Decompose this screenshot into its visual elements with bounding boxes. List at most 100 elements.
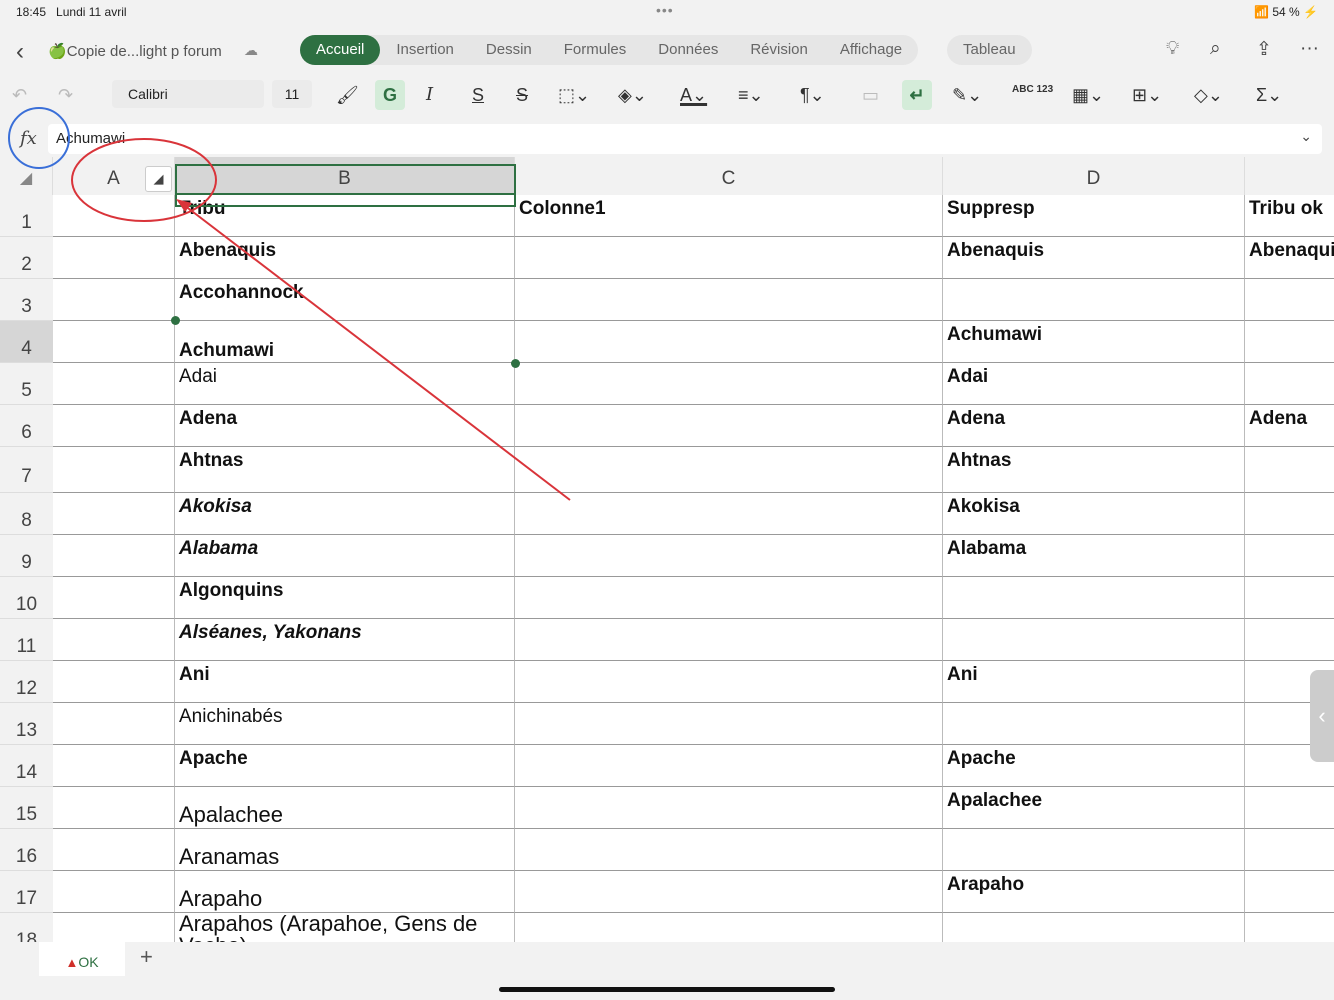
cell[interactable]: Adena	[175, 405, 515, 447]
cell[interactable]	[53, 363, 175, 405]
column-header-d[interactable]: D	[943, 157, 1245, 195]
cell[interactable]: Akokisa	[943, 493, 1245, 535]
tab-tableau[interactable]: Tableau	[947, 35, 1032, 65]
row-header[interactable]: 7	[0, 447, 53, 493]
cell[interactable]	[515, 871, 943, 913]
font-name-field[interactable]: Calibri	[112, 80, 264, 108]
row-header[interactable]: 11	[0, 619, 53, 661]
row-header[interactable]: 8	[0, 493, 53, 535]
cell[interactable]	[1245, 321, 1334, 363]
cell[interactable]	[1245, 787, 1334, 829]
document-title[interactable]: 🍏Copie de...light p forum	[48, 42, 222, 60]
cell[interactable]: Tribu ok	[1245, 195, 1334, 237]
cell[interactable]: Colonne1	[515, 195, 943, 237]
row-header[interactable]: 12	[0, 661, 53, 703]
strikethrough-icon[interactable]: S	[516, 80, 528, 110]
cell[interactable]	[515, 405, 943, 447]
tab-affichage[interactable]: Affichage	[824, 35, 918, 65]
cell[interactable]	[515, 829, 943, 871]
cell[interactable]: Adena	[1245, 405, 1334, 447]
cell[interactable]: Adena	[943, 405, 1245, 447]
row-header[interactable]: 3	[0, 279, 53, 321]
row-header[interactable]: 4	[0, 321, 53, 363]
lightbulb-icon[interactable]: 💡︎	[1166, 38, 1179, 60]
cell[interactable]	[1245, 577, 1334, 619]
cell[interactable]: Apache	[175, 745, 515, 787]
cell[interactable]: Apalachee	[943, 787, 1245, 829]
tab-revision[interactable]: Révision	[734, 35, 824, 65]
tab-dessin[interactable]: Dessin	[470, 35, 548, 65]
text-direction-icon[interactable]: ¶⌄	[800, 80, 825, 110]
multitasking-dots-icon[interactable]: •••	[656, 2, 674, 18]
selection-handle[interactable]	[511, 359, 520, 368]
cell[interactable]	[53, 447, 175, 493]
cell[interactable]: Adai	[175, 363, 515, 405]
align-icon[interactable]: ≡⌄	[738, 80, 764, 110]
cell[interactable]	[53, 493, 175, 535]
underline-icon[interactable]: S	[472, 80, 484, 110]
cell[interactable]	[515, 661, 943, 703]
font-size-field[interactable]: 11	[272, 80, 312, 108]
cell[interactable]	[515, 745, 943, 787]
cell[interactable]	[1245, 829, 1334, 871]
cell[interactable]: Achumawi	[175, 321, 515, 363]
merge-icon[interactable]: ▭	[862, 80, 879, 110]
cell[interactable]	[53, 577, 175, 619]
cell[interactable]	[515, 535, 943, 577]
cell[interactable]: Algonquins	[175, 577, 515, 619]
cell[interactable]: Anichinabés	[175, 703, 515, 745]
cell[interactable]: Accohannock	[175, 279, 515, 321]
cell[interactable]	[943, 913, 1245, 942]
cell[interactable]	[53, 871, 175, 913]
row-header[interactable]: 9	[0, 535, 53, 577]
filter-dropdown-button[interactable]: ◢	[145, 166, 172, 192]
redo-icon[interactable]: ↷	[58, 80, 73, 110]
cell[interactable]: Arapaho	[175, 871, 515, 913]
cell[interactable]: Arapaho	[943, 871, 1245, 913]
cell[interactable]	[515, 787, 943, 829]
row-header[interactable]: 2	[0, 237, 53, 279]
autosum-icon[interactable]: Σ⌄	[1256, 80, 1282, 110]
cell[interactable]: Akokisa	[175, 493, 515, 535]
cell[interactable]	[53, 237, 175, 279]
select-all-corner[interactable]: ◢	[0, 157, 53, 195]
cell[interactable]	[53, 661, 175, 703]
cell[interactable]	[53, 279, 175, 321]
tab-formules[interactable]: Formules	[548, 35, 643, 65]
cell[interactable]: Ahtnas	[175, 447, 515, 493]
borders-icon[interactable]: ⬚⌄	[558, 80, 590, 110]
row-header[interactable]: 14	[0, 745, 53, 787]
cell[interactable]	[53, 829, 175, 871]
chevron-down-icon[interactable]: ⌄	[1300, 128, 1312, 145]
cell[interactable]	[515, 237, 943, 279]
function-icon[interactable]: fx	[20, 128, 37, 149]
number-format-icon[interactable]: ABC 123	[1012, 80, 1053, 110]
cell[interactable]	[53, 405, 175, 447]
undo-icon[interactable]: ↶	[12, 80, 27, 110]
formula-value[interactable]: Achumawi	[56, 130, 125, 147]
cell[interactable]	[1245, 913, 1334, 942]
cell[interactable]: Arapahos (Arapahoe, Gens de Vache)	[175, 913, 515, 942]
cell[interactable]	[53, 619, 175, 661]
cell[interactable]: Alabama	[175, 535, 515, 577]
cell[interactable]	[943, 703, 1245, 745]
cell[interactable]	[53, 745, 175, 787]
tab-donnees[interactable]: Données	[642, 35, 734, 65]
format-painter-icon[interactable]: 🖌︎	[336, 80, 359, 110]
cell[interactable]	[1245, 619, 1334, 661]
cell[interactable]: Ani	[175, 661, 515, 703]
selection-handle[interactable]	[171, 316, 180, 325]
cell[interactable]	[1245, 447, 1334, 493]
cell[interactable]	[1245, 871, 1334, 913]
fill-color-icon[interactable]: ◈⌄	[618, 80, 647, 110]
home-indicator[interactable]	[499, 987, 835, 992]
cell[interactable]	[515, 279, 943, 321]
row-header[interactable]: 15	[0, 787, 53, 829]
column-header-e[interactable]	[1245, 157, 1334, 195]
cloud-sync-icon[interactable]: ☁	[244, 42, 258, 59]
share-icon[interactable]: ⇪	[1256, 38, 1272, 61]
cell[interactable]	[53, 535, 175, 577]
cell[interactable]	[1245, 493, 1334, 535]
cell[interactable]: Alabama	[943, 535, 1245, 577]
cell[interactable]: Ani	[943, 661, 1245, 703]
